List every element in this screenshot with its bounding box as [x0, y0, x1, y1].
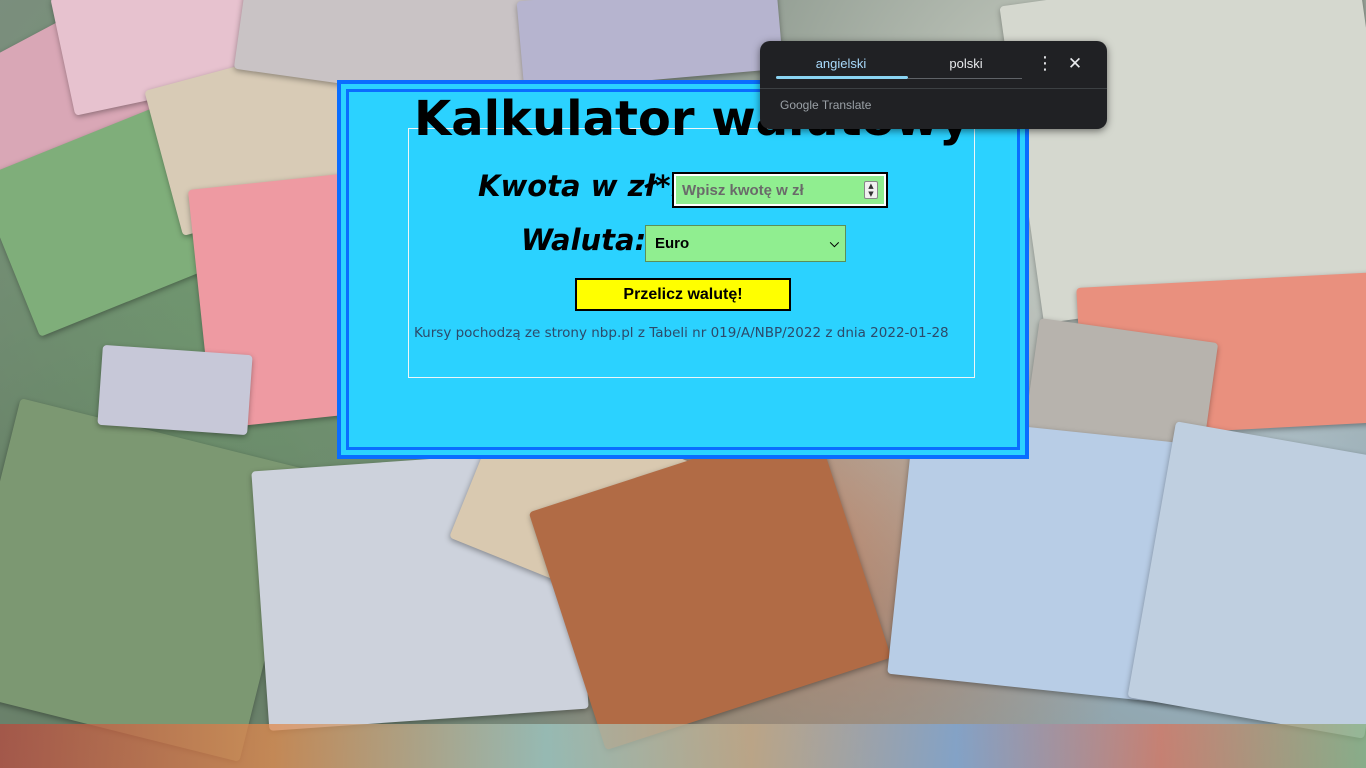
more-vert-icon[interactable]: ⋮	[1036, 53, 1054, 75]
currency-label: Waluta:	[521, 223, 647, 257]
popup-separator	[760, 88, 1107, 89]
google-translate-brand: Google Translate	[780, 98, 872, 112]
convert-button[interactable]: Przelicz walutę!	[575, 278, 791, 311]
currency-select-value: Euro	[655, 235, 690, 252]
rates-source-note: Kursy pochodzą ze strony nbp.pl z Tabeli…	[414, 325, 949, 341]
amount-input[interactable]	[672, 172, 888, 208]
close-icon[interactable]: ✕	[1066, 53, 1084, 75]
currency-select[interactable]: Euro ⌵	[645, 225, 846, 262]
chevron-down-icon: ⌵	[829, 236, 839, 250]
tab-english[interactable]: angielski	[776, 56, 906, 71]
google-translate-popup: angielski polski ⋮ ✕ Google Translate	[760, 41, 1107, 129]
tab-polish[interactable]: polski	[901, 56, 1031, 71]
tab-divider	[908, 78, 1022, 79]
number-stepper[interactable]: ▲ ▼	[864, 181, 878, 199]
amount-label: Kwota w zł*:	[478, 169, 683, 203]
active-tab-indicator	[776, 76, 908, 79]
